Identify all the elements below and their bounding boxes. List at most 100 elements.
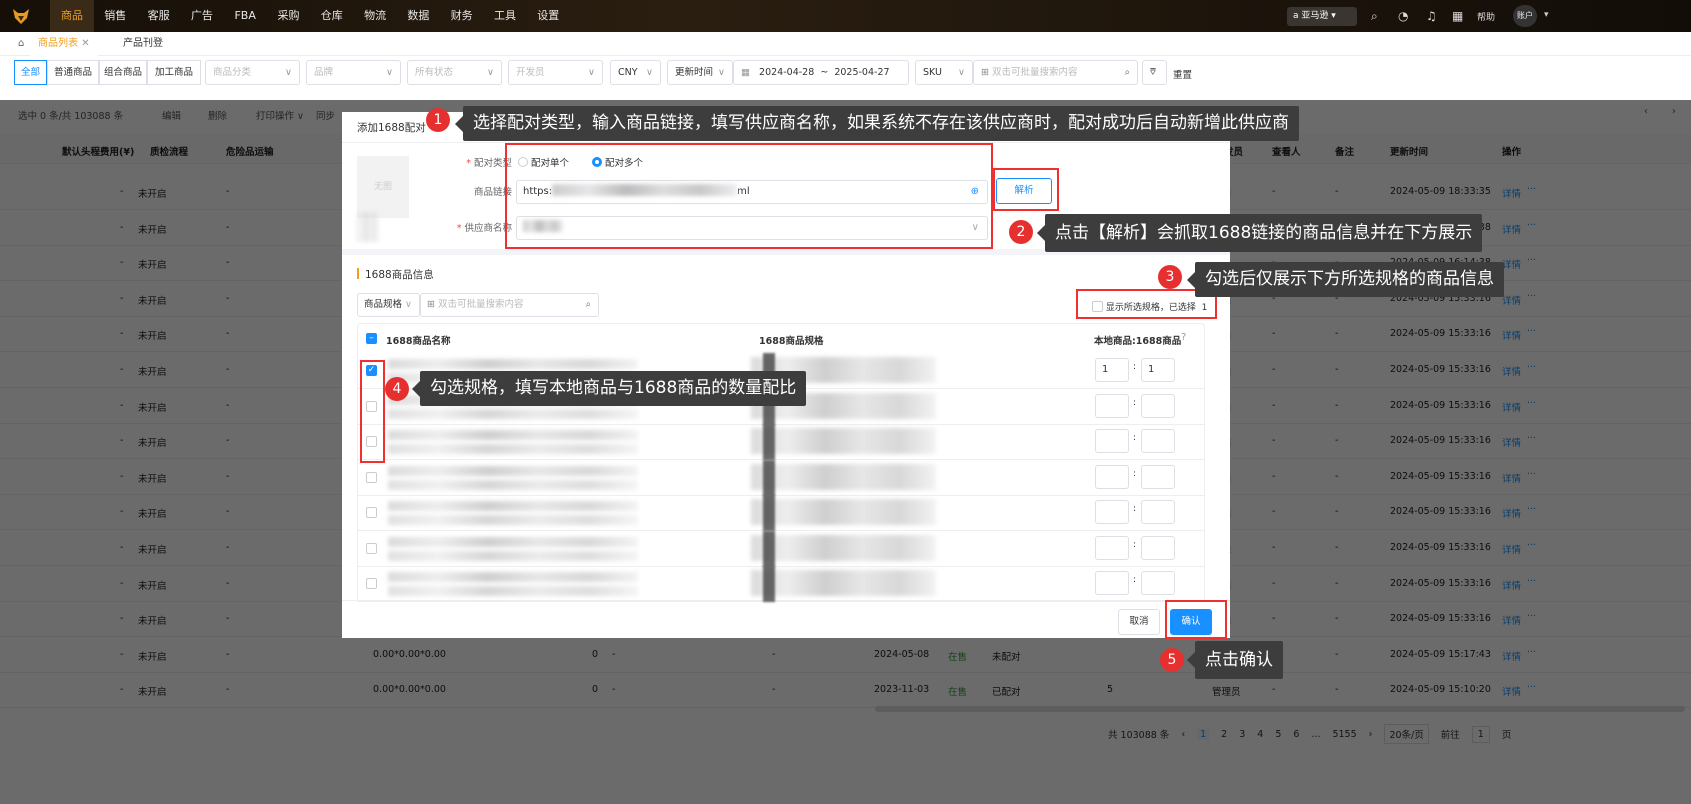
page-1[interactable]: 1 — [1197, 728, 1210, 740]
detail-link[interactable]: 详情 — [1502, 649, 1521, 663]
type-bundle[interactable]: 组合商品 — [99, 60, 147, 85]
detail-link[interactable]: 详情 — [1502, 578, 1521, 592]
remote-qty-input[interactable] — [1141, 429, 1175, 453]
prev-page-icon[interactable]: ‹ — [1181, 729, 1185, 740]
detail-link[interactable]: 详情 — [1502, 542, 1521, 556]
row-checkbox[interactable] — [366, 578, 377, 589]
detail-link[interactable]: 详情 — [1502, 222, 1521, 236]
status-select[interactable]: 所有状态 ∨ — [407, 60, 502, 85]
detail-link[interactable]: 详情 — [1502, 400, 1521, 414]
local-qty-input[interactable] — [1095, 464, 1129, 489]
type-all[interactable]: 全部 — [14, 60, 47, 85]
remote-qty-input[interactable] — [1141, 571, 1175, 595]
developer-select[interactable]: 开发员 ∨ — [508, 60, 603, 85]
logo-fox-icon[interactable] — [0, 0, 42, 32]
print-menu[interactable]: 打印操作 ∨ — [256, 108, 304, 122]
spec-field-select[interactable]: 商品规格 ∨ — [357, 293, 420, 317]
delete-button[interactable]: 删除 — [208, 108, 227, 122]
bell-icon[interactable]: ♫ — [1426, 9, 1437, 23]
nav-item[interactable]: 商品 — [50, 0, 94, 32]
nav-item[interactable]: FBA — [225, 0, 265, 32]
tab-product-listing[interactable]: 产品刊登 — [115, 32, 171, 56]
nav-item[interactable]: 数据 — [398, 0, 438, 32]
brand-select[interactable]: 品牌 ∨ — [306, 60, 401, 85]
search-icon[interactable]: ⌕ — [1371, 9, 1378, 24]
page-6[interactable]: 6 — [1293, 729, 1299, 740]
horizontal-scrollbar[interactable] — [875, 706, 1685, 712]
spec-search-input[interactable]: ⊞ 双击可批量搜索内容 ⌕ — [420, 293, 599, 317]
search-field-select[interactable]: SKU ∨ — [915, 60, 973, 85]
more-icon[interactable]: ··· — [1527, 291, 1536, 302]
detail-link[interactable]: 详情 — [1502, 328, 1521, 342]
nav-item[interactable]: 客服 — [139, 0, 179, 32]
detail-link[interactable]: 详情 — [1502, 684, 1521, 698]
edit-button[interactable]: 编辑 — [162, 108, 181, 122]
more-icon[interactable]: ··· — [1527, 220, 1536, 231]
page-3[interactable]: 3 — [1239, 729, 1245, 740]
nav-item[interactable]: 设置 — [528, 0, 568, 32]
page-2[interactable]: 2 — [1221, 729, 1227, 740]
account-avatar[interactable]: 账户 — [1513, 5, 1537, 27]
time-type-select[interactable]: 更新时间 ∨ — [667, 60, 733, 85]
more-icon[interactable]: ··· — [1527, 326, 1536, 337]
platform-dropdown[interactable]: a 亚马逊 ▾ — [1287, 7, 1357, 26]
tab-product-list[interactable]: 商品列表 ✕ — [30, 32, 98, 56]
more-icon[interactable]: ··· — [1527, 184, 1536, 195]
nav-item[interactable]: 工具 — [485, 0, 525, 32]
page-4[interactable]: 4 — [1257, 729, 1263, 740]
nav-item[interactable]: 销售 — [95, 0, 135, 32]
chevron-down-icon[interactable]: ▾ — [1544, 10, 1549, 20]
currency-select[interactable]: CNY ∨ — [610, 60, 661, 85]
row-checkbox[interactable] — [366, 542, 377, 554]
more-icon[interactable]: ··· — [1527, 433, 1536, 444]
remote-qty-input[interactable] — [1141, 464, 1175, 489]
select-all-checkbox[interactable]: – — [366, 333, 377, 344]
page-size-select[interactable]: 20条/页 — [1384, 724, 1429, 744]
detail-link[interactable]: 详情 — [1502, 506, 1521, 520]
more-icon[interactable]: ··· — [1527, 255, 1536, 266]
detail-link[interactable]: 详情 — [1502, 613, 1521, 627]
detail-link[interactable]: 详情 — [1502, 471, 1521, 485]
local-qty-input[interactable]: 1 — [1095, 358, 1129, 382]
more-icon[interactable]: ··· — [1527, 398, 1536, 409]
reset-button[interactable]: 重置 — [1173, 67, 1192, 81]
sync-button[interactable]: 同步 — [316, 108, 335, 122]
detail-link[interactable]: 详情 — [1502, 257, 1521, 271]
row-checkbox[interactable] — [366, 471, 377, 483]
page-...[interactable]: ... — [1311, 729, 1320, 740]
close-icon[interactable]: ✕ — [81, 38, 89, 49]
more-icon[interactable]: ··· — [1527, 682, 1536, 693]
type-normal[interactable]: 普通商品 — [47, 60, 99, 85]
more-icon[interactable]: ··· — [1527, 647, 1536, 658]
nav-item[interactable]: 仓库 — [312, 0, 352, 32]
goto-page-input[interactable]: 1 — [1471, 725, 1490, 743]
next-page-icon[interactable]: › — [1369, 729, 1373, 740]
nav-item[interactable]: 财务 — [442, 0, 482, 32]
home-icon[interactable]: ⌂ — [10, 32, 32, 56]
local-qty-input[interactable] — [1095, 500, 1129, 524]
more-icon[interactable]: ··· — [1527, 540, 1536, 551]
remote-qty-input[interactable]: 1 — [1141, 358, 1175, 382]
nav-item[interactable]: 广告 — [182, 0, 222, 32]
search-icon[interactable]: ⌕ — [586, 294, 591, 316]
remote-qty-input[interactable] — [1141, 500, 1175, 524]
more-icon[interactable]: ··· — [1527, 469, 1536, 480]
more-icon[interactable]: ··· — [1527, 504, 1536, 515]
date-range-picker[interactable]: ▦ 2024-04-28 ~ 2025-04-27 — [733, 60, 909, 85]
category-select[interactable]: 商品分类 ∨ — [205, 60, 300, 85]
search-input[interactable]: ⊞ 双击可批量搜索内容 ⌕ — [973, 60, 1138, 85]
more-icon[interactable]: ··· — [1527, 611, 1536, 622]
more-icon[interactable]: ··· — [1527, 362, 1536, 373]
chevron-right-icon[interactable]: › — [1672, 106, 1676, 117]
help-link[interactable]: 帮助 — [1477, 10, 1495, 23]
nav-item[interactable]: 物流 — [355, 0, 395, 32]
row-checkbox[interactable] — [366, 507, 377, 518]
local-qty-input[interactable] — [1095, 429, 1129, 453]
cancel-button[interactable]: 取消 — [1118, 609, 1160, 635]
detail-link[interactable]: 详情 — [1502, 435, 1521, 449]
detail-link[interactable]: 详情 — [1502, 293, 1521, 307]
detail-link[interactable]: 详情 — [1502, 364, 1521, 378]
remote-qty-input[interactable] — [1141, 535, 1175, 560]
help-icon[interactable]: ? — [1181, 332, 1186, 343]
local-qty-input[interactable] — [1095, 393, 1129, 418]
